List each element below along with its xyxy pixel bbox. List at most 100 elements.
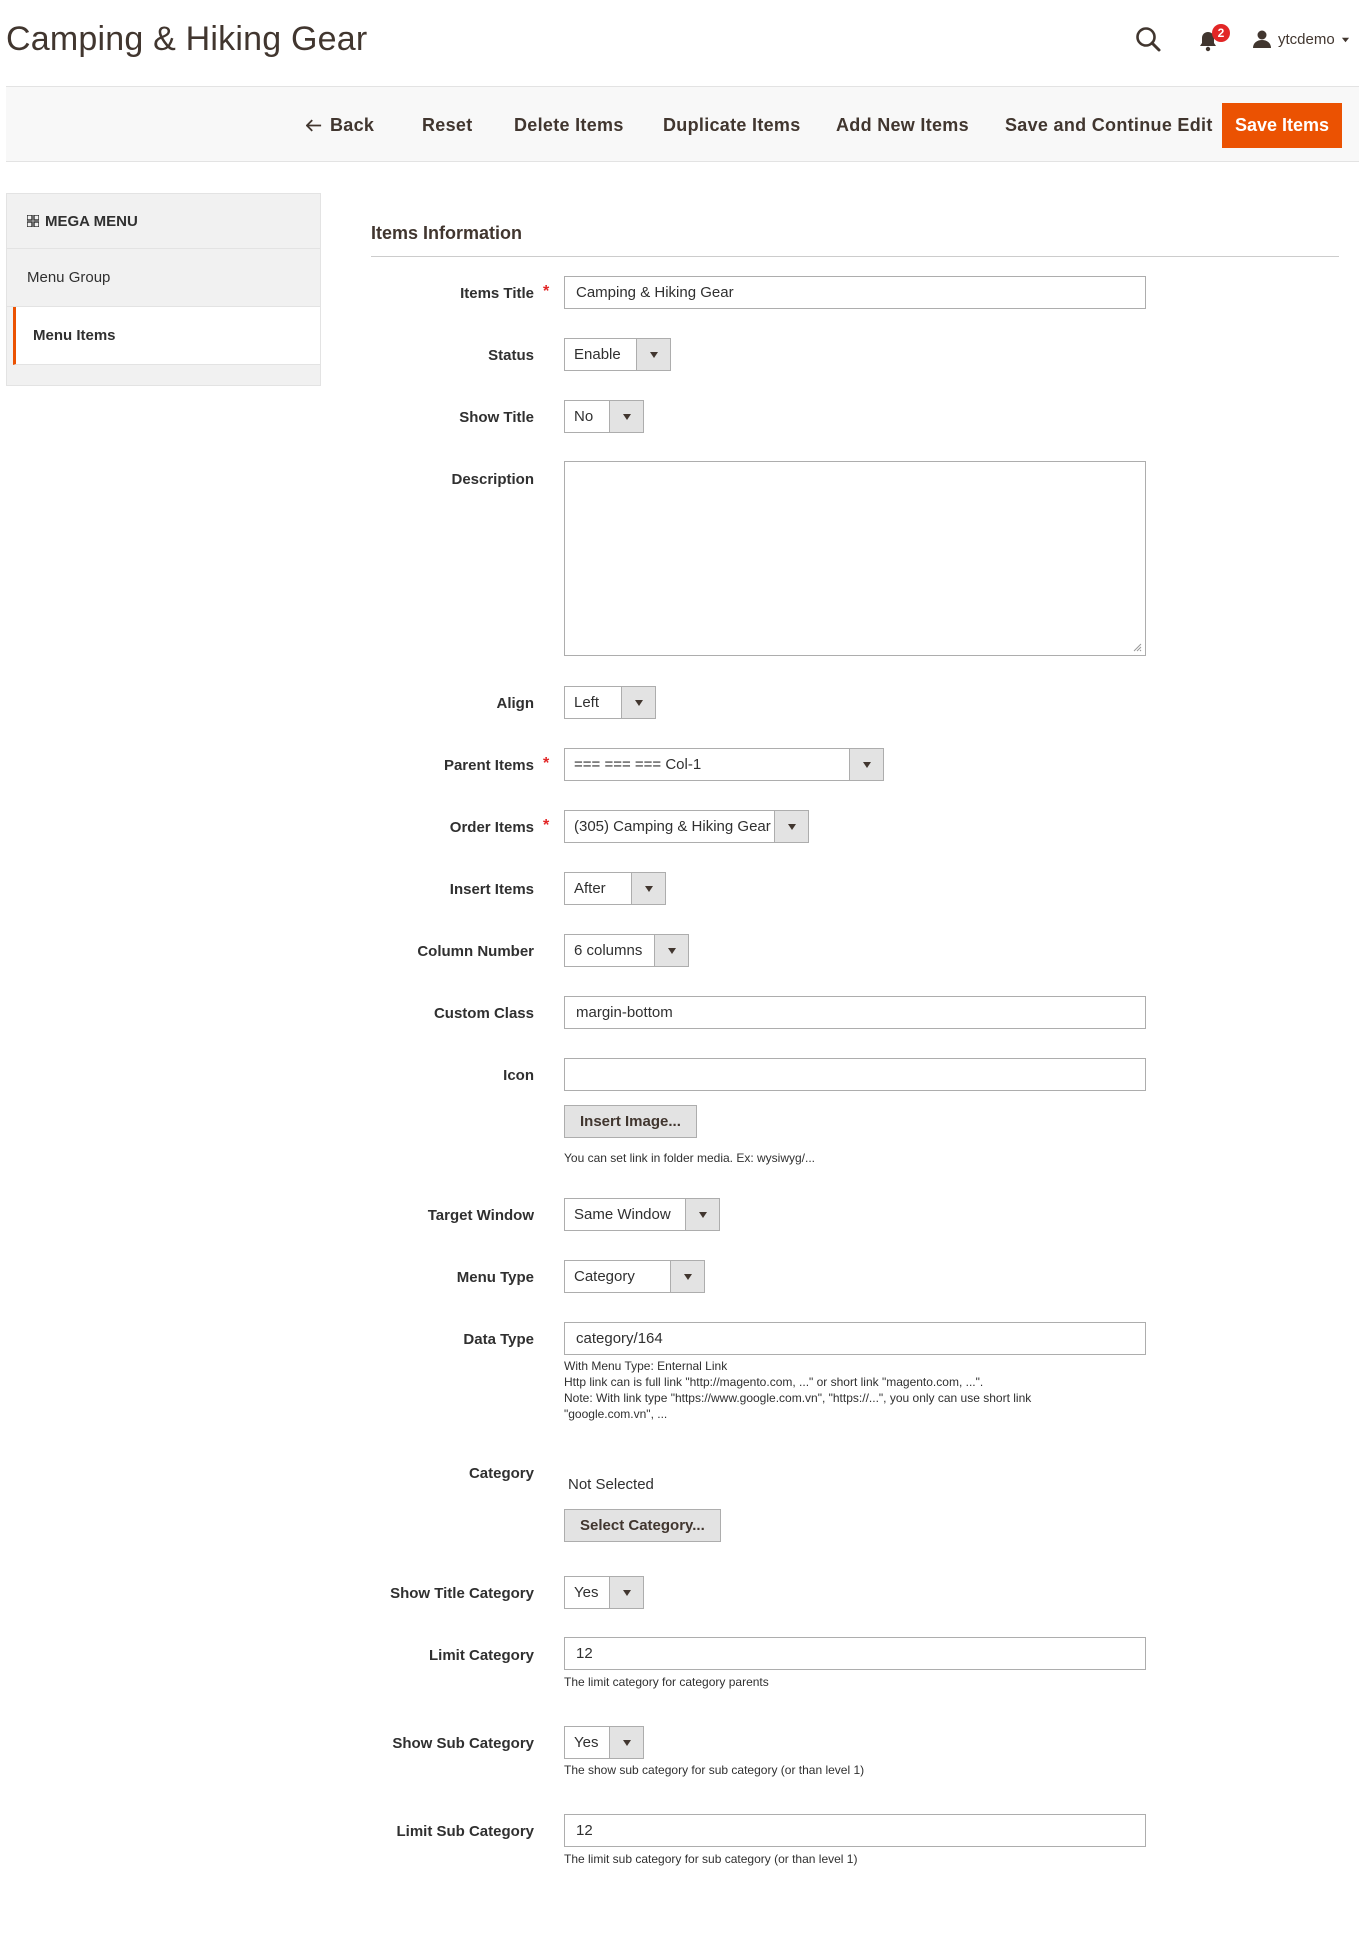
back-button[interactable]: Back — [305, 87, 375, 163]
select-category-button[interactable]: Select Category... — [564, 1509, 721, 1542]
parent-items-value: === === === Col-1 — [574, 756, 702, 773]
sidebar-heading-label: MEGA MENU — [45, 212, 138, 230]
limit-sub-category-label: Limit Sub Category — [396, 1823, 534, 1840]
description-textarea[interactable] — [564, 461, 1146, 656]
description-label: Description — [451, 471, 534, 488]
align-label: Align — [496, 695, 535, 712]
icon-note: You can set link in folder media. Ex: wy… — [564, 1151, 816, 1165]
duplicate-items-button[interactable]: Duplicate Items — [663, 87, 801, 163]
back-label: Back — [330, 115, 375, 135]
show-sub-category-select[interactable]: Yes — [564, 1726, 644, 1759]
insert-items-value: After — [574, 880, 606, 897]
limit-sub-category-input[interactable]: 12 — [564, 1814, 1146, 1847]
chevron-down-icon — [670, 1261, 704, 1292]
data-type-input[interactable]: category/164 — [564, 1322, 1146, 1355]
column-number-value: 6 columns — [574, 942, 643, 959]
show-title-category-select[interactable]: Yes — [564, 1576, 644, 1609]
chevron-down-icon — [849, 749, 883, 780]
chevron-down-icon — [609, 1727, 643, 1758]
parent-items-label: Parent Items — [443, 757, 534, 774]
chevron-down-icon — [609, 401, 643, 432]
sidebar-item-menu-group[interactable]: Menu Group — [7, 249, 320, 307]
page-actions-toolbar: Back Reset Delete Items Duplicate Items … — [6, 86, 1359, 162]
caret-down-icon — [1341, 37, 1349, 42]
menu-type-select[interactable]: Category — [564, 1260, 705, 1293]
username: ytcdemo — [1278, 30, 1335, 48]
show-title-category-label: Show Title Category — [390, 1585, 534, 1602]
arrow-left-icon — [305, 119, 322, 132]
target-window-select[interactable]: Same Window — [564, 1198, 720, 1231]
resize-grip-icon[interactable] — [1132, 642, 1142, 652]
notifications-button[interactable]: 2 — [1196, 24, 1230, 54]
sidebar-nav: MEGA MENU Menu Group Menu Items — [6, 193, 321, 386]
order-items-label: Order Items — [449, 819, 534, 836]
data-type-note-1: With Menu Type: Enternal Link — [564, 1359, 728, 1373]
show-sub-category-note: The show sub category for sub category (… — [564, 1763, 865, 1777]
required-indicator: * — [543, 283, 550, 300]
section-title: Items Information — [371, 223, 523, 243]
items-title-input[interactable]: Camping & Hiking Gear — [564, 276, 1146, 309]
sidebar-item-menu-items[interactable]: Menu Items — [13, 307, 320, 365]
target-window-label: Target Window — [427, 1207, 534, 1224]
limit-category-input[interactable]: 12 — [564, 1637, 1146, 1670]
reset-button[interactable]: Reset — [422, 87, 473, 163]
chevron-down-icon — [621, 687, 655, 718]
category-value: Not Selected — [568, 1476, 654, 1493]
delete-items-button[interactable]: Delete Items — [514, 87, 624, 163]
order-items-select[interactable]: (305) Camping & Hiking Gear — [564, 810, 809, 843]
show-title-select[interactable]: No — [564, 400, 644, 433]
align-select[interactable]: Left — [564, 686, 656, 719]
icon-label: Icon — [503, 1067, 534, 1084]
limit-category-note: The limit category for category parents — [564, 1675, 769, 1689]
status-select[interactable]: Enable — [564, 338, 671, 371]
save-and-continue-button[interactable]: Save and Continue Edit — [1005, 87, 1213, 163]
show-title-value: No — [574, 408, 594, 425]
menu-type-label: Menu Type — [456, 1269, 534, 1286]
status-value: Enable — [574, 346, 621, 363]
insert-items-label: Insert Items — [449, 881, 534, 898]
order-items-value: (305) Camping & Hiking Gear — [574, 818, 771, 835]
show-sub-category-value: Yes — [574, 1734, 599, 1751]
user-icon — [1253, 30, 1271, 48]
target-window-value: Same Window — [574, 1206, 671, 1223]
section-divider — [371, 256, 1339, 257]
user-menu[interactable]: ytcdemo — [1252, 24, 1350, 54]
show-title-category-value: Yes — [574, 1584, 599, 1601]
category-label: Category — [468, 1465, 534, 1482]
chevron-down-icon — [636, 339, 670, 370]
custom-class-label: Custom Class — [433, 1005, 534, 1022]
column-number-select[interactable]: 6 columns — [564, 934, 689, 967]
notification-count-badge: 2 — [1212, 24, 1230, 42]
search-icon[interactable] — [1133, 24, 1163, 54]
custom-class-input[interactable]: margin-bottom — [564, 996, 1146, 1029]
chevron-down-icon — [774, 811, 808, 842]
page-title: Camping & Hiking Gear — [6, 20, 368, 58]
data-type-note-2: Http link can is full link "http://magen… — [564, 1375, 984, 1389]
grid-icon — [27, 215, 39, 227]
chevron-down-icon — [631, 873, 665, 904]
limit-sub-category-note: The limit sub category for sub category … — [564, 1852, 858, 1866]
show-sub-category-label: Show Sub Category — [392, 1735, 534, 1752]
parent-items-select[interactable]: === === === Col-1 — [564, 748, 884, 781]
insert-items-select[interactable]: After — [564, 872, 666, 905]
chevron-down-icon — [609, 1577, 643, 1608]
show-title-label: Show Title — [459, 409, 534, 426]
align-value: Left — [574, 694, 600, 711]
chevron-down-icon — [685, 1199, 719, 1230]
data-type-label: Data Type — [463, 1331, 534, 1348]
limit-category-label: Limit Category — [428, 1647, 534, 1664]
menu-type-value: Category — [574, 1268, 635, 1285]
required-indicator: * — [543, 817, 550, 834]
status-label: Status — [488, 347, 534, 364]
required-indicator: * — [543, 755, 550, 772]
save-items-button[interactable]: Save Items — [1222, 103, 1342, 148]
column-number-label: Column Number — [417, 943, 534, 960]
data-type-note-4: "google.com.vn", ... — [564, 1407, 668, 1421]
icon-input[interactable] — [564, 1058, 1146, 1091]
data-type-note-3: Note: With link type "https://www.google… — [564, 1391, 1032, 1405]
insert-image-button[interactable]: Insert Image... — [564, 1105, 697, 1138]
chevron-down-icon — [654, 935, 688, 966]
sidebar-heading: MEGA MENU — [7, 194, 320, 249]
add-new-items-button[interactable]: Add New Items — [836, 87, 969, 163]
items-title-label: Items Title — [460, 285, 534, 302]
